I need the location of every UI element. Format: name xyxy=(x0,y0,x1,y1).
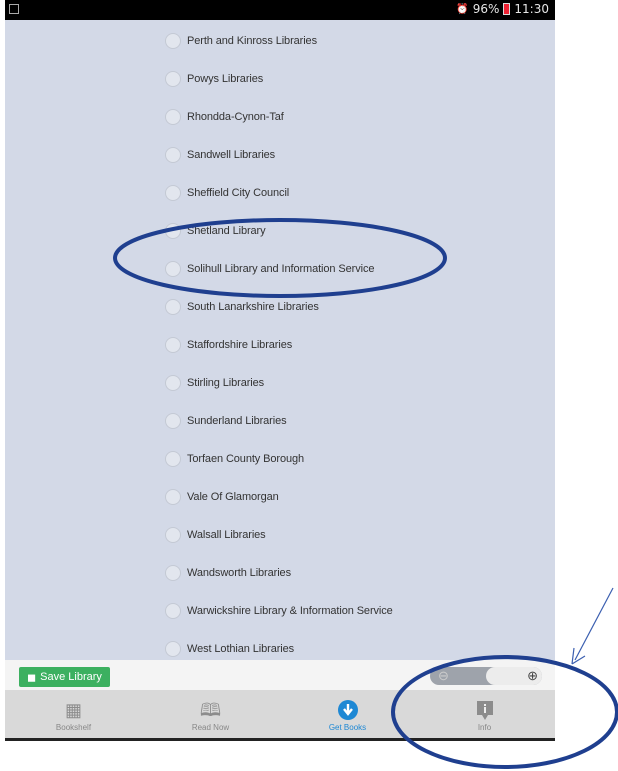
library-label: Walsall Libraries xyxy=(187,529,266,541)
tab-info[interactable]: Info xyxy=(416,690,553,740)
radio-button[interactable] xyxy=(165,223,181,239)
radio-button[interactable] xyxy=(165,109,181,125)
radio-button[interactable] xyxy=(165,261,181,277)
tab-label: Bookshelf xyxy=(55,722,92,732)
radio-button[interactable] xyxy=(165,641,181,657)
library-option[interactable]: Warwickshire Library & Information Servi… xyxy=(165,600,393,622)
clock: 11:30 xyxy=(514,2,549,16)
library-list[interactable]: Perth and Kinross Libraries Powys Librar… xyxy=(5,20,555,660)
radio-button[interactable] xyxy=(165,451,181,467)
radio-button[interactable] xyxy=(165,147,181,163)
status-bar: ⏰ 96% 11:30 xyxy=(5,0,555,20)
library-label: Warwickshire Library & Information Servi… xyxy=(187,605,393,617)
battery-percent: 96% xyxy=(472,2,500,16)
library-label: South Lanarkshire Libraries xyxy=(187,301,319,313)
library-label: Stirling Libraries xyxy=(187,377,265,389)
zoom-in-icon[interactable]: ⊕ xyxy=(527,668,538,684)
library-option[interactable]: Rhondda-Cynon-Taf xyxy=(165,106,284,128)
bookshelf-icon: ▦ xyxy=(64,699,82,720)
tab-bookshelf[interactable]: ▦ Bookshelf xyxy=(5,690,142,740)
library-option[interactable]: Sheffield City Council xyxy=(165,182,289,204)
info-icon xyxy=(474,699,496,721)
library-option[interactable]: Staffordshire Libraries xyxy=(165,334,292,356)
radio-button[interactable] xyxy=(165,299,181,315)
save-icon: ◼ xyxy=(27,671,37,684)
radio-button[interactable] xyxy=(165,413,181,429)
radio-button[interactable] xyxy=(165,527,181,543)
radio-button[interactable] xyxy=(165,33,181,49)
library-option[interactable]: Powys Libraries xyxy=(165,68,263,90)
library-label: Rhondda-Cynon-Taf xyxy=(187,111,284,123)
tab-label: Info xyxy=(477,722,492,732)
library-option[interactable]: Sandwell Libraries xyxy=(165,144,275,166)
book-icon: 🕮 xyxy=(199,699,222,720)
library-label: Powys Libraries xyxy=(187,73,264,85)
tab-get-books[interactable]: Get Books xyxy=(279,690,416,740)
library-option[interactable]: Stirling Libraries xyxy=(165,372,264,394)
app-screen: ⏰ 96% 11:30 Perth and Kinross Libraries … xyxy=(5,0,555,741)
library-option[interactable]: Sunderland Libraries xyxy=(165,410,287,432)
library-label: West Lothian Libraries xyxy=(187,643,295,655)
library-label: Vale Of Glamorgan xyxy=(187,491,279,503)
library-label: Sunderland Libraries xyxy=(187,415,287,427)
library-option[interactable]: Wandsworth Libraries xyxy=(165,562,291,584)
tab-bar: ▦ Bookshelf 🕮 Read Now Get Books Info xyxy=(5,690,555,740)
library-label: Shetland Library xyxy=(187,225,266,237)
tab-label: Get Books xyxy=(328,722,367,732)
nav-bar-line xyxy=(5,738,555,741)
arrow-line xyxy=(574,587,614,661)
zoom-slider[interactable]: ⊖ ⊕ xyxy=(430,667,542,685)
tab-label: Read Now xyxy=(191,722,230,732)
library-option[interactable]: Solihull Library and Information Service xyxy=(165,258,374,280)
library-label: Sheffield City Council xyxy=(187,187,290,199)
library-option[interactable]: Perth and Kinross Libraries xyxy=(165,30,317,52)
library-option[interactable]: Walsall Libraries xyxy=(165,524,266,546)
library-option[interactable]: West Lothian Libraries xyxy=(165,638,294,660)
radio-button[interactable] xyxy=(165,489,181,505)
library-option[interactable]: Torfaen County Borough xyxy=(165,448,304,470)
zoom-out-icon[interactable]: ⊖ xyxy=(438,668,449,684)
radio-button[interactable] xyxy=(165,71,181,87)
download-icon xyxy=(337,699,359,721)
radio-button[interactable] xyxy=(165,565,181,581)
radio-button[interactable] xyxy=(165,337,181,353)
arrow-head-icon xyxy=(571,647,586,665)
library-label: Solihull Library and Information Service xyxy=(187,263,375,275)
library-label: Torfaen County Borough xyxy=(187,453,305,465)
library-label: Perth and Kinross Libraries xyxy=(187,35,317,47)
alarm-icon: ⏰ xyxy=(456,3,469,15)
tab-read-now[interactable]: 🕮 Read Now xyxy=(142,690,279,740)
radio-button[interactable] xyxy=(165,185,181,201)
library-label: Sandwell Libraries xyxy=(187,149,276,161)
library-label: Wandsworth Libraries xyxy=(187,567,291,579)
library-option[interactable]: South Lanarkshire Libraries xyxy=(165,296,319,318)
save-library-button[interactable]: ◼ Save Library xyxy=(19,667,110,687)
library-option[interactable]: Shetland Library xyxy=(165,220,266,242)
action-bar: ◼ Save Library ⊖ ⊕ xyxy=(5,660,555,690)
library-option[interactable]: Vale Of Glamorgan xyxy=(165,486,279,508)
radio-button[interactable] xyxy=(165,603,181,619)
notification-icon xyxy=(9,4,19,14)
battery-icon xyxy=(503,3,511,15)
save-library-label: Save Library xyxy=(40,671,102,683)
radio-button[interactable] xyxy=(165,375,181,391)
library-label: Staffordshire Libraries xyxy=(187,339,293,351)
